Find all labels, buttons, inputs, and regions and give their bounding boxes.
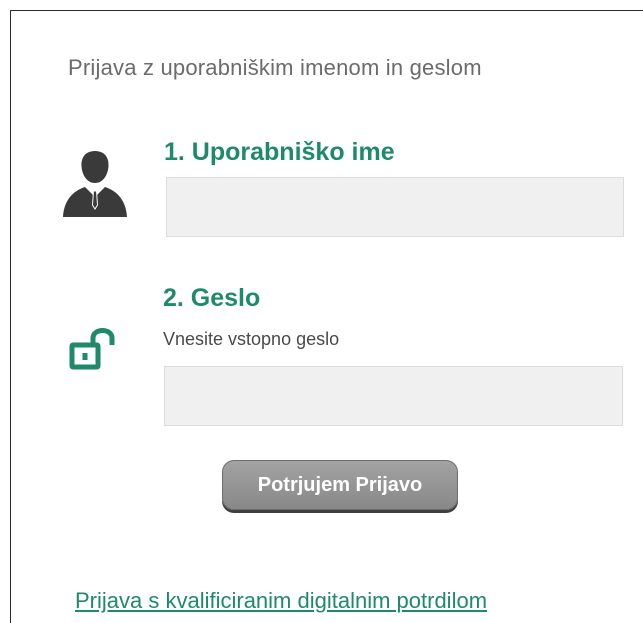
confirm-login-button[interactable]: Potrjujem Prijavo [222, 460, 458, 510]
user-icon [63, 151, 127, 217]
login-heading: Prijava z uporabniškim imenom in geslom [68, 55, 482, 80]
password-input[interactable] [164, 366, 623, 426]
password-title: 2. Geslo [163, 284, 261, 312]
password-hint: Vnesite vstopno geslo [163, 329, 340, 349]
username-input[interactable] [166, 177, 624, 237]
username-title: 1. Uporabniško ime [164, 138, 395, 166]
unlocked-padlock-icon [69, 328, 115, 370]
certificate-login-link[interactable]: Prijava s kvalificiranim digitalnim potr… [75, 588, 487, 614]
login-panel: Prijava z uporabniškim imenom in geslom … [10, 10, 643, 623]
